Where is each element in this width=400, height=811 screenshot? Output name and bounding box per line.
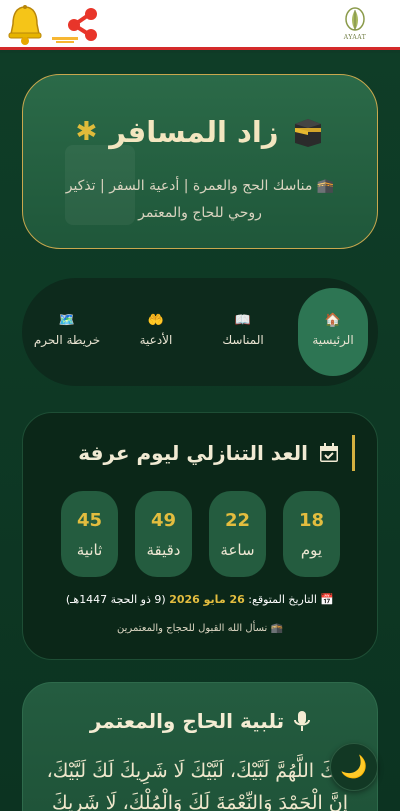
hero-subtitle: 🕋 مناسك الحج والعمرة | أدعية السفر | تذك… — [65, 178, 335, 221]
main-nav: 🏠 الرئيسية 📖 المناسك 🤲 الأدعية 🗺️ خريطة … — [22, 278, 378, 386]
share-icon[interactable] — [52, 6, 102, 44]
hours-label: ساعة — [220, 540, 255, 559]
expected-date: 📅 التاريخ المتوقع: 26 مايو 2026 (9 ذو ال… — [23, 593, 377, 606]
nav-rituals[interactable]: 📖 المناسك — [208, 288, 278, 376]
top-bar: AYAAT — [0, 0, 400, 50]
days-label: يوم — [300, 540, 323, 559]
countdown-days: 18 يوم — [283, 491, 340, 577]
leaf-logo-icon — [345, 7, 365, 31]
nav-home[interactable]: 🏠 الرئيسية — [298, 288, 368, 376]
countdown-title-text: العد التنازلي ليوم عرفة — [78, 441, 308, 465]
talbiyah-title: تلبية الحاج والمعتمر — [23, 709, 377, 733]
book-icon: 📖 — [234, 313, 252, 328]
date-suffix: (9 ذو الحجة 1447هـ) — [65, 593, 166, 606]
countdown-seconds: 45 ثانية — [61, 491, 118, 577]
prayer-text: 🕋 نسأل الله القبول للحجاج والمعتمرين — [117, 623, 283, 634]
countdown-minutes: 49 دقيقة — [135, 491, 192, 577]
date-value: 26 مايو 2026 — [169, 593, 245, 606]
countdown-boxes: 18 يوم 22 ساعة 49 دقيقة 45 ثانية — [61, 491, 341, 577]
nav-map-label: خريطة الحرم — [33, 333, 101, 347]
nav-rituals-label: المناسك — [222, 333, 264, 347]
home-icon: 🏠 — [324, 313, 342, 328]
app-title-text: زاد المسافر — [109, 115, 279, 149]
nav-home-label: الرئيسية — [312, 333, 354, 347]
praying-hands-icon: 🤲 — [147, 313, 165, 328]
kaaba-icon — [294, 119, 321, 147]
calendar-check-icon — [320, 443, 338, 462]
map-icon: 🗺️ — [58, 313, 76, 328]
days-value: 18 — [298, 509, 325, 531]
bell-icon[interactable] — [5, 4, 45, 46]
logo-text: AYAAT — [343, 34, 367, 41]
countdown-card: العد التنازلي ليوم عرفة 18 يوم 22 ساعة 4… — [22, 412, 378, 660]
microphone-icon — [294, 711, 311, 731]
hours-value: 22 — [224, 509, 251, 531]
hero-card: ✱ زاد المسافر 🕋 مناسك الحج والعمرة | أدع… — [22, 74, 378, 249]
talbiyah-title-text: تلبية الحاج والمعتمر — [89, 709, 285, 733]
moon-icon: 🌙 — [340, 754, 368, 780]
nav-duas[interactable]: 🤲 الأدعية — [121, 288, 191, 376]
nav-duas-label: الأدعية — [139, 333, 173, 347]
talbiyah-card: تلبية الحاج والمعتمر لَبَّيْكَ اللَّهُمَ… — [22, 682, 378, 811]
date-prefix: 📅 التاريخ المتوقع: — [248, 593, 335, 606]
seconds-label: ثانية — [76, 540, 103, 559]
minutes-label: دقيقة — [146, 540, 181, 559]
countdown-title: العد التنازلي ليوم عرفة — [78, 435, 355, 471]
seconds-value: 45 — [76, 509, 103, 531]
talbiyah-text: لَبَّيْكَ اللَّهُمَّ لَبَّيْكَ، لَبَّيْك… — [46, 760, 354, 811]
app-logo: AYAAT — [340, 6, 370, 46]
dark-mode-toggle[interactable]: 🌙 — [330, 743, 378, 791]
nav-map[interactable]: 🗺️ خريطة الحرم — [32, 288, 102, 376]
app-title: ✱ زاد المسافر — [23, 115, 377, 149]
star-icon: ✱ — [75, 117, 98, 147]
minutes-value: 49 — [150, 509, 177, 531]
countdown-hours: 22 ساعة — [209, 491, 266, 577]
